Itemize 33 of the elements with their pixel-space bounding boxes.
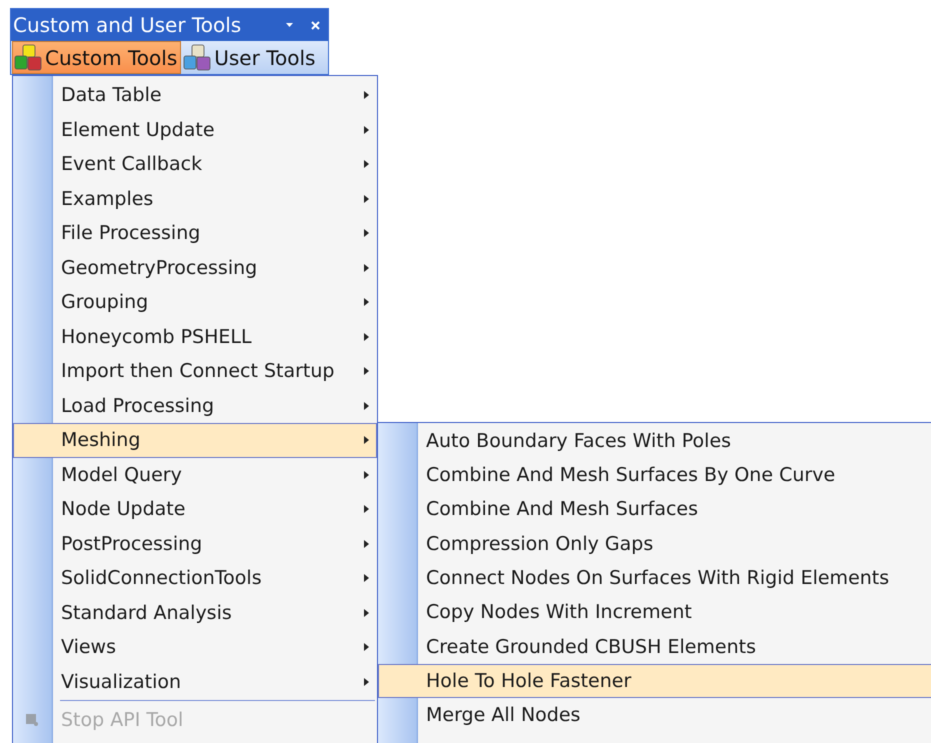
menu-item[interactable]: SolidConnectionTools [13, 561, 377, 596]
menu-item[interactable]: Merge All Nodes [378, 698, 931, 733]
menu-item[interactable]: Combine And Mesh Surfaces By One Curve [378, 458, 931, 493]
dropdown-icon[interactable] [286, 23, 293, 27]
menu-item[interactable]: Examples [13, 182, 377, 216]
menu-item[interactable]: Compression Only Gaps [378, 526, 931, 562]
menu-item[interactable]: Hole To Hole Fastener [378, 664, 931, 698]
menu-item[interactable]: Model Query [13, 458, 377, 492]
menu-item[interactable]: Event Callback [13, 147, 377, 182]
tab[interactable]: User Tools [181, 41, 320, 74]
menu-item[interactable]: Data Table [13, 78, 377, 112]
menu-item[interactable]: Node Update [13, 492, 377, 526]
menu-item[interactable]: Standard Analysis [13, 596, 377, 630]
menu-item[interactable]: Copy Nodes With Increment [378, 595, 931, 630]
menu-item[interactable]: Grouping [13, 285, 377, 320]
menu-item[interactable]: Import then Connect Startup [13, 354, 377, 388]
tool-icon [26, 714, 38, 726]
menu-item[interactable]: Combine And Mesh Surfaces [378, 492, 931, 527]
menu-item[interactable]: Load Processing [13, 388, 377, 423]
menu-item[interactable]: Views [13, 630, 377, 664]
menu-item[interactable]: Visualization [13, 664, 377, 699]
menu-item[interactable]: File Processing [13, 216, 377, 250]
panel-title: Custom and User Tools [13, 12, 242, 39]
menu-item[interactable]: Honeycomb PSHELL [13, 320, 377, 354]
menu-item[interactable]: PostProcessing [13, 526, 377, 561]
menu-item[interactable]: Create Grounded CBUSH Elements [378, 630, 931, 664]
menu-item[interactable]: Connect Nodes On Surfaces With Rigid Elements [378, 561, 931, 596]
menu-item[interactable]: GeometryProcessing [13, 250, 377, 285]
tab[interactable]: Custom Tools [12, 41, 182, 74]
menu-item[interactable]: Auto Boundary Faces With Poles [378, 424, 931, 458]
close-icon[interactable] [311, 20, 320, 30]
menu-item[interactable]: Meshing [13, 423, 377, 458]
menu-item[interactable]: Element Update [13, 112, 377, 147]
